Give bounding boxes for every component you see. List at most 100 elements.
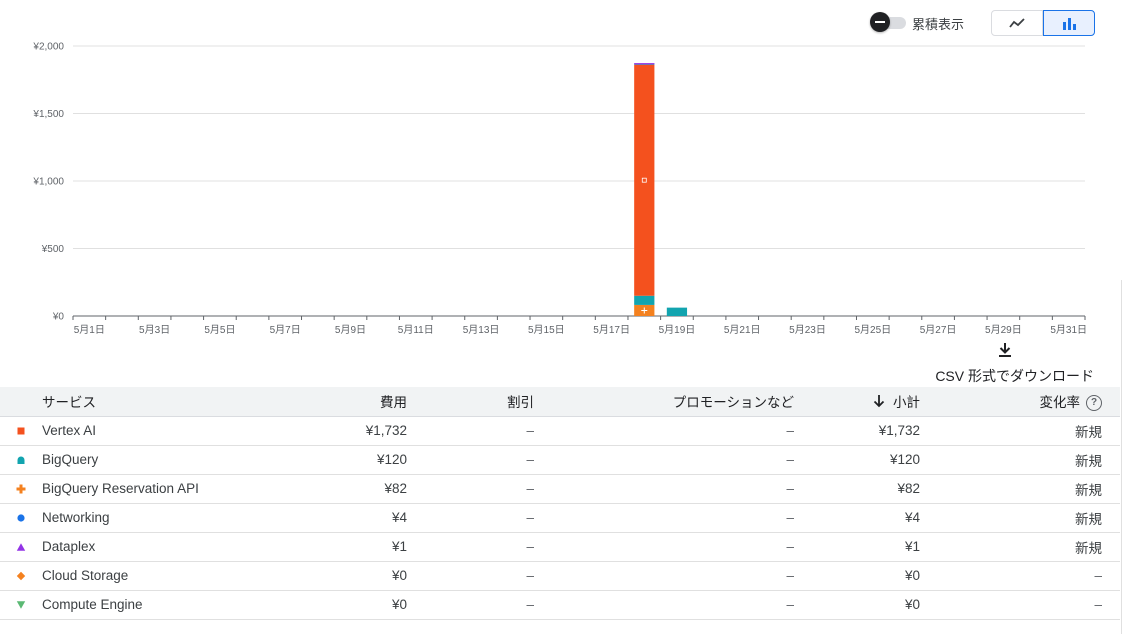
change-value: 新規: [920, 532, 1120, 562]
cost-value: ¥0: [272, 561, 407, 591]
discount-value: –: [407, 532, 534, 562]
table-row[interactable]: Networking ¥4– – ¥4 新規: [0, 503, 1120, 533]
line-chart-icon: [1009, 18, 1025, 28]
service-marker-cell: [0, 590, 42, 620]
x-tick-label: 5月29日: [985, 324, 1022, 336]
cost-value: ¥120: [272, 445, 407, 475]
header-change-label: 変化率: [1039, 395, 1081, 411]
x-tick-label: 5月7日: [270, 324, 301, 336]
cost-value: ¥4: [272, 503, 407, 533]
header-subtotal[interactable]: 小計: [794, 387, 920, 417]
table-row[interactable]: Compute Engine ¥0– – ¥0–: [0, 590, 1120, 620]
triangle-down-marker-icon: [16, 601, 26, 610]
bar-segment-bigquery: [666, 307, 688, 316]
y-tick-label: ¥500: [41, 244, 65, 255]
header-service-label: サービス: [42, 395, 96, 411]
subtotal-value: ¥120: [794, 445, 920, 475]
promotion-value: –: [534, 445, 794, 475]
table-row[interactable]: BigQuery Reservation API ¥82– – ¥82 新規: [0, 474, 1120, 504]
header-cost[interactable]: 費用: [272, 387, 407, 417]
chart-toolbar: 累積表示: [0, 9, 1125, 37]
promotion-value: –: [534, 474, 794, 504]
service-name: Cloud Storage: [42, 561, 272, 591]
promotion-value: –: [534, 590, 794, 620]
service-marker-cell: [0, 445, 42, 475]
y-tick-label: ¥1,000: [32, 177, 64, 188]
x-tick-label: 5月27日: [920, 324, 957, 336]
discount-value: –: [407, 445, 534, 475]
bar-segment-dataplex: [634, 63, 655, 65]
x-tick-label: 5月1日: [74, 324, 105, 336]
cumulative-toggle[interactable]: [870, 12, 908, 32]
discount-value: –: [407, 503, 534, 533]
service-marker-cell: [0, 532, 42, 562]
table-row[interactable]: Cloud Storage ¥0– – ¥0–: [0, 561, 1120, 591]
x-tick-label: 5月3日: [139, 324, 170, 336]
line-view-button[interactable]: [991, 10, 1043, 36]
service-name: BigQuery Reservation API: [42, 474, 272, 504]
dome-marker-icon: [17, 456, 25, 465]
subtotal-value: ¥0: [794, 561, 920, 591]
bar-view-button[interactable]: [1043, 10, 1095, 36]
bar-chart-icon: [1063, 18, 1076, 30]
subtotal-value: ¥82: [794, 474, 920, 504]
subtotal-value: ¥0: [794, 590, 920, 620]
bar-segment-vertex-ai: [634, 64, 655, 296]
promotion-value: –: [534, 561, 794, 591]
discount-value: –: [407, 474, 534, 504]
x-tick-label: 5月11日: [398, 324, 434, 336]
subtotal-value: ¥1,732: [794, 416, 920, 446]
change-value: 新規: [920, 445, 1120, 475]
square-marker-icon: [17, 427, 25, 435]
x-tick-label: 5月9日: [335, 324, 366, 336]
service-name: Compute Engine: [42, 590, 272, 620]
change-value: –: [920, 590, 1120, 620]
chart-view-switch: [991, 10, 1095, 36]
circle-marker-icon: [17, 514, 25, 523]
change-value: 新規: [920, 474, 1120, 504]
change-value: –: [920, 561, 1120, 591]
csv-download-button[interactable]: CSV 形式でダウンロード: [930, 342, 1100, 384]
download-icon: [999, 343, 1011, 357]
change-value: 新規: [920, 503, 1120, 533]
y-tick-label: ¥2,000: [32, 42, 64, 53]
x-tick-label: 5月15日: [528, 324, 565, 336]
header-discount[interactable]: 割引: [407, 387, 534, 417]
diamond-marker-icon: [16, 572, 26, 581]
x-tick-label: 5月19日: [659, 324, 696, 336]
cost-value: ¥82: [272, 474, 407, 504]
cost-value: ¥1: [272, 532, 407, 562]
promotion-value: –: [534, 532, 794, 562]
subtotal-value: ¥4: [794, 503, 920, 533]
service-marker-cell: [0, 561, 42, 591]
table-row[interactable]: Dataplex ¥1– – ¥1 新規: [0, 532, 1120, 562]
subtotal-value: ¥1: [794, 532, 920, 562]
discount-value: –: [407, 561, 534, 591]
service-name: Vertex AI: [42, 416, 272, 446]
x-tick-label: 5月25日: [854, 324, 891, 336]
help-icon[interactable]: ?: [1086, 395, 1102, 412]
header-change[interactable]: 変化率?: [920, 387, 1120, 417]
arrow-down-icon: [873, 395, 885, 408]
table-row[interactable]: BigQuery ¥120– – ¥120 新規: [0, 445, 1120, 475]
service-marker-cell: [0, 474, 42, 504]
x-tick-label: 5月5日: [204, 324, 235, 336]
plus-marker-icon: [16, 484, 26, 494]
x-tick-label: 5月23日: [789, 324, 826, 336]
header-subtotal-label: 小計: [893, 395, 920, 411]
csv-download-label: CSV 形式でダウンロード: [935, 368, 1094, 384]
change-value: 新規: [920, 416, 1120, 446]
x-tick-label: 5月17日: [593, 324, 630, 336]
y-tick-label: ¥1,500: [32, 109, 64, 120]
header-promotion[interactable]: プロモーションなど: [534, 387, 794, 417]
service-name: BigQuery: [42, 445, 272, 475]
cost-chart: ¥0 ¥500 ¥1,000 ¥1,500 ¥2,000 5月1日 5月3日 5月5日 5月7日…: [32, 42, 1087, 337]
cumulative-label: 累積表示: [912, 17, 965, 32]
header-service[interactable]: サービス: [42, 387, 272, 417]
service-marker-cell: [0, 503, 42, 533]
toggle-knob: [870, 12, 890, 32]
table-header-row: サービス 費用 割引 プロモーションなど 小計 変化率?: [0, 387, 1120, 417]
service-marker-cell: [0, 416, 42, 446]
cost-value: ¥1,732: [272, 416, 407, 446]
table-row[interactable]: Vertex AI ¥1,732– – ¥1,732 新規: [0, 416, 1120, 446]
